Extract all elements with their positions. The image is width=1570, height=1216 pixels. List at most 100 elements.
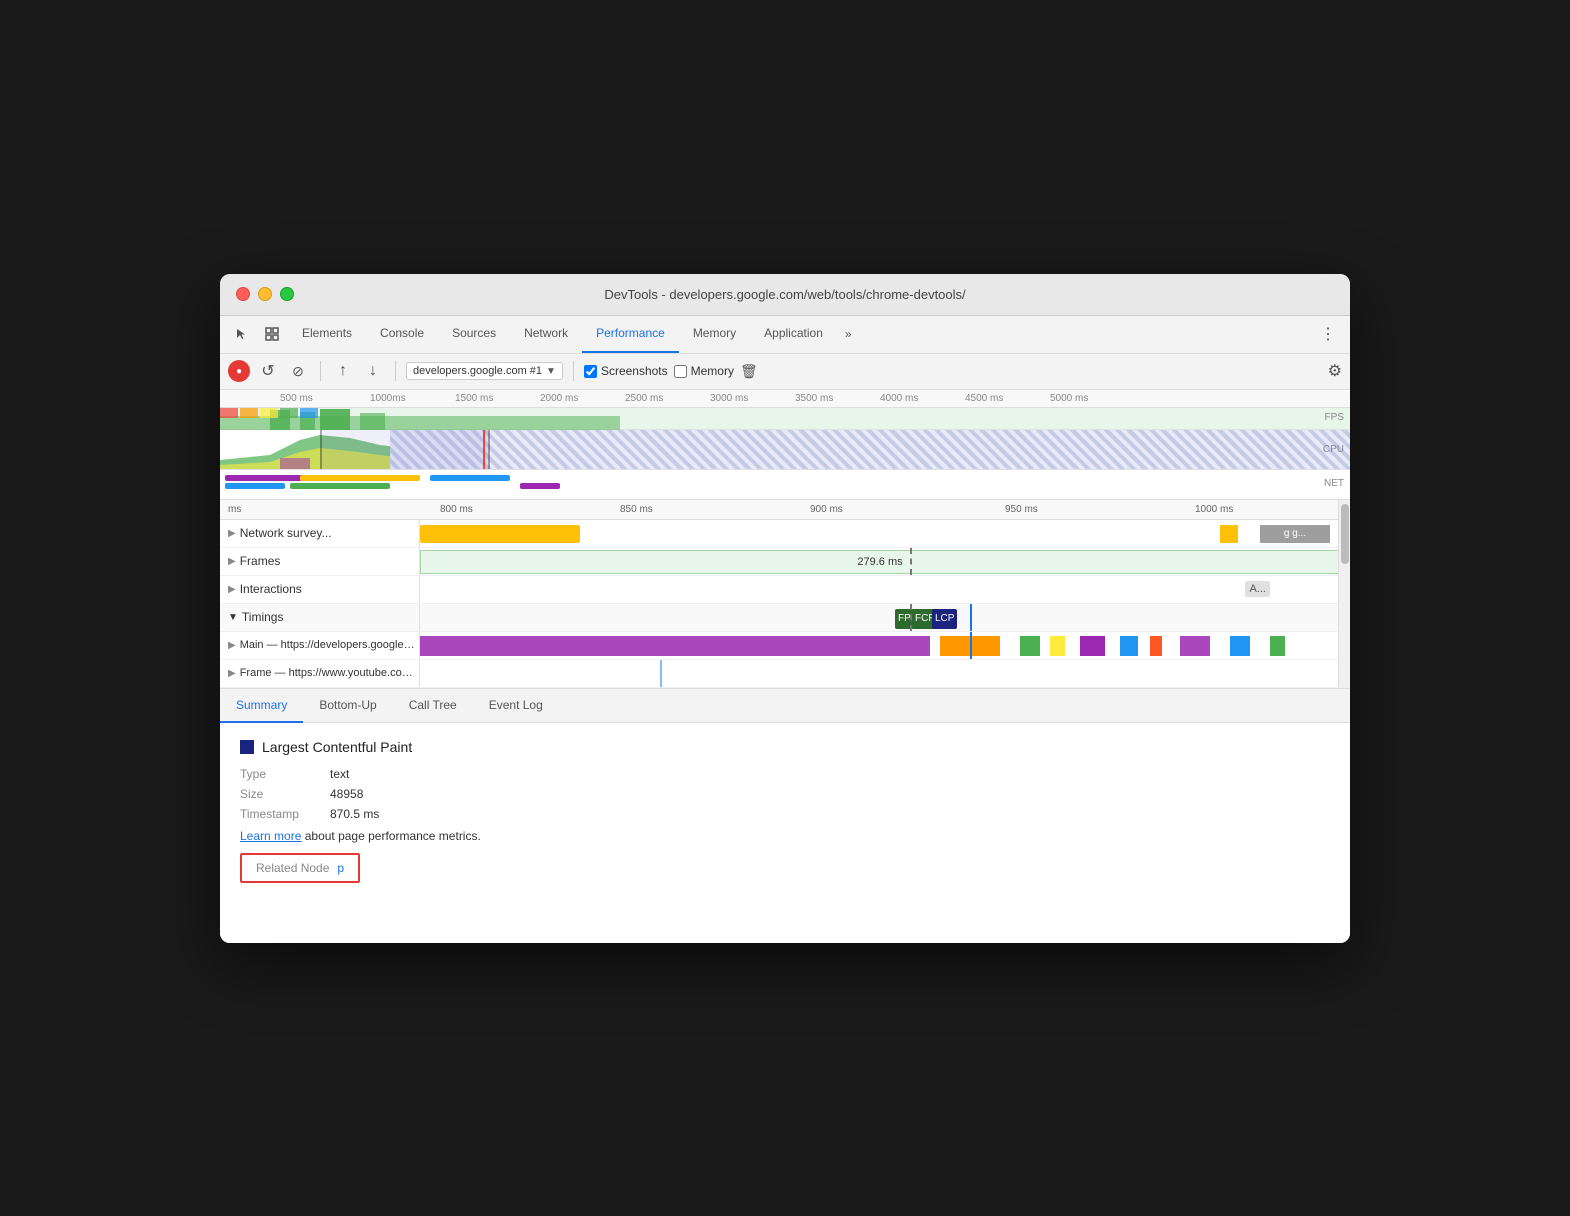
collapse-triangle-interactions[interactable]: ▶ — [228, 584, 236, 595]
ruler-1500ms: 1500 ms — [455, 393, 493, 404]
frames-label[interactable]: ▶ Frames — [220, 548, 420, 575]
screenshots-checkbox[interactable] — [584, 365, 597, 378]
ruler-1000ms: 1000ms — [370, 393, 406, 404]
ruler-5000ms: 5000 ms — [1050, 393, 1088, 404]
tab-event-log[interactable]: Event Log — [473, 689, 559, 723]
cursor-icon-btn[interactable] — [228, 320, 256, 348]
performance-toolbar: ● ↺ ⊘ ↑ ↓ developers.google.com #1 ▼ Scr… — [220, 354, 1350, 390]
main-label-col[interactable]: ▶ Main — https://developers.google.com/w… — [220, 632, 420, 659]
ruler-3500ms: 3500 ms — [795, 393, 833, 404]
network-bar-small — [1220, 525, 1238, 543]
tab-application[interactable]: Application — [750, 315, 837, 353]
frames-track: 279.6 ms — [420, 548, 1350, 575]
memory-checkbox-label[interactable]: Memory — [674, 364, 734, 378]
frame-row: ▶ Frame — https://www.youtube.com/embed/… — [220, 660, 1350, 688]
size-row: Size 48958 — [240, 787, 1330, 801]
tab-elements[interactable]: Elements — [288, 315, 366, 353]
ruler-950ms: 950 ms — [1005, 504, 1038, 515]
timeline-scrollbar[interactable] — [1338, 500, 1350, 688]
toolbar-separator-3 — [573, 361, 574, 381]
tab-bottom-up[interactable]: Bottom-Up — [303, 689, 392, 723]
collapse-triangle-network[interactable]: ▶ — [228, 528, 236, 539]
type-label: Type — [240, 767, 330, 781]
related-node-container: Related Node p — [240, 853, 360, 883]
cpu-idle-area — [390, 430, 1350, 469]
timings-row: ▼ Timings FP FCP LCP — [220, 604, 1350, 632]
dashed-line-timings — [910, 604, 912, 631]
ruler-2000ms: 2000 ms — [540, 393, 578, 404]
main-bar-red — [1150, 636, 1162, 656]
network-bar-main — [420, 525, 580, 543]
network-survey-track: g g... — [420, 520, 1350, 547]
interaction-label: A... — [1245, 581, 1270, 597]
settings-button[interactable]: ⚙ — [1328, 361, 1342, 381]
tab-console[interactable]: Console — [366, 315, 438, 353]
note-text: about page performance metrics. — [305, 829, 481, 843]
memory-checkbox[interactable] — [674, 365, 687, 378]
ruler-ms-label: ms — [228, 504, 241, 515]
collapse-triangle-main[interactable]: ▶ — [228, 640, 236, 651]
close-button[interactable] — [236, 287, 250, 301]
main-bar-blue2 — [1230, 636, 1250, 656]
toolbar-separator-1 — [320, 361, 321, 381]
summary-panel: Largest Contentful Paint Type text Size … — [220, 723, 1350, 943]
maximize-button[interactable] — [280, 287, 294, 301]
clear-recordings-button[interactable]: 🗑 — [740, 363, 758, 380]
ruler-4500ms: 4500 ms — [965, 393, 1003, 404]
frame-label-col[interactable]: ▶ Frame — https://www.youtube.com/embed/… — [220, 660, 420, 687]
main-row: ▶ Main — https://developers.google.com/w… — [220, 632, 1350, 660]
network-survey-row: ▶ Network survey... g g... — [220, 520, 1350, 548]
summary-title-text: Largest Contentful Paint — [262, 739, 412, 755]
main-bar-green — [1020, 636, 1040, 656]
type-value: text — [330, 767, 349, 781]
download-button[interactable]: ↓ — [361, 359, 385, 383]
main-bar-green2 — [1270, 636, 1285, 656]
collapse-triangle-frame[interactable]: ▶ — [228, 668, 236, 679]
ruler-1000ms: 1000 ms — [1195, 504, 1233, 515]
tab-memory[interactable]: Memory — [679, 315, 750, 353]
network-bar-gray: g g... — [1260, 525, 1330, 543]
tab-call-tree[interactable]: Call Tree — [393, 689, 473, 723]
main-blue-line — [970, 632, 972, 659]
inspect-icon-btn[interactable] — [258, 320, 286, 348]
record-button[interactable]: ● — [228, 360, 250, 382]
tab-network[interactable]: Network — [510, 315, 582, 353]
cpu-label: CPU — [1323, 444, 1344, 455]
timings-label-col[interactable]: ▼ Timings — [220, 604, 420, 631]
devtools-window: DevTools - developers.google.com/web/too… — [220, 274, 1350, 943]
bottom-tabs: Summary Bottom-Up Call Tree Event Log — [220, 689, 1350, 723]
screenshots-checkbox-label[interactable]: Screenshots — [584, 364, 668, 378]
interactions-row: ▶ Interactions A... — [220, 576, 1350, 604]
summary-note-row: Learn more about page performance metric… — [240, 829, 1330, 843]
minimize-button[interactable] — [258, 287, 272, 301]
tab-summary[interactable]: Summary — [220, 689, 303, 723]
network-survey-label[interactable]: ▶ Network survey... — [220, 520, 420, 547]
main-track — [420, 632, 1350, 659]
reload-button[interactable]: ↺ — [256, 359, 280, 383]
frames-row: ▶ Frames 279.6 ms — [220, 548, 1350, 576]
collapse-triangle-frames[interactable]: ▶ — [228, 556, 236, 567]
ruler-3000ms: 3000 ms — [710, 393, 748, 404]
upload-button[interactable]: ↑ — [331, 359, 355, 383]
related-node-value[interactable]: p — [337, 861, 344, 875]
timeline-overview: 500 ms 1000ms 1500 ms 2000 ms 2500 ms 30… — [220, 390, 1350, 500]
timestamp-value: 870.5 ms — [330, 807, 379, 821]
timeline-main: ms 800 ms 850 ms 900 ms 950 ms 1000 ms ▶… — [220, 500, 1350, 689]
toolbar-separator-2 — [395, 361, 396, 381]
interactions-label-col[interactable]: ▶ Interactions — [220, 576, 420, 603]
tab-more[interactable]: » — [837, 315, 860, 353]
url-select[interactable]: developers.google.com #1 ▼ — [406, 362, 563, 380]
size-value: 48958 — [330, 787, 363, 801]
scrollbar-thumb[interactable] — [1341, 504, 1349, 564]
selection-range[interactable] — [320, 430, 490, 469]
devtools-body: Elements Console Sources Network Perform… — [220, 316, 1350, 943]
clear-button[interactable]: ⊘ — [286, 359, 310, 383]
window-title: DevTools - developers.google.com/web/too… — [604, 287, 965, 302]
screenshots-strip — [220, 408, 1350, 418]
devtools-menu-button[interactable]: ⋮ — [1314, 320, 1342, 348]
dashed-line-frames — [910, 548, 912, 575]
learn-more-link[interactable]: Learn more — [240, 829, 301, 843]
tab-performance[interactable]: Performance — [582, 315, 679, 353]
collapse-triangle-timings[interactable]: ▼ — [228, 612, 238, 623]
tab-sources[interactable]: Sources — [438, 315, 510, 353]
